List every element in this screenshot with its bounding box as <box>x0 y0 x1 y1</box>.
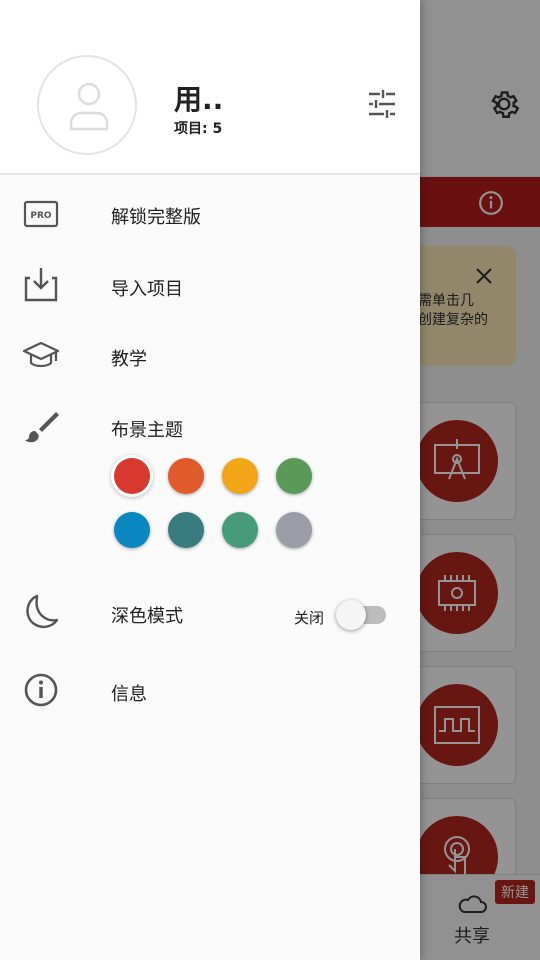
sliders-icon[interactable] <box>366 88 398 120</box>
menu-label-dark-mode: 深色模式 <box>111 606 183 627</box>
graduation-cap-icon <box>22 341 60 368</box>
info-icon <box>24 673 58 707</box>
dark-mode-state: 关闭 <box>294 609 325 627</box>
menu-label-info: 信息 <box>111 684 147 705</box>
menu-item-tutorial[interactable]: 教学 <box>0 325 420 385</box>
theme-swatch[interactable] <box>222 458 258 494</box>
drawer-header: 用.. 项目: 5 <box>0 0 420 175</box>
import-icon <box>24 268 58 302</box>
moon-icon <box>26 594 59 629</box>
menu-item-unlock[interactable]: PRO 解锁完整版 <box>0 184 420 244</box>
theme-swatch[interactable] <box>114 512 150 548</box>
theme-swatch[interactable] <box>168 512 204 548</box>
menu-label-import: 导入项目 <box>111 279 183 300</box>
menu-label-tutorial: 教学 <box>111 349 147 370</box>
pro-badge-icon: PRO <box>22 196 60 234</box>
menu-item-theme: 布景主题 <box>0 396 420 456</box>
theme-swatch[interactable] <box>276 458 312 494</box>
menu-label-theme: 布景主题 <box>111 420 183 441</box>
user-icon <box>69 82 109 131</box>
theme-swatch[interactable] <box>114 458 150 494</box>
theme-swatch[interactable] <box>276 512 312 548</box>
theme-swatch[interactable] <box>222 512 258 548</box>
project-count: 项目: 5 <box>174 121 223 137</box>
toggle-thumb <box>336 600 366 630</box>
menu-item-import[interactable]: 导入项目 <box>0 255 420 315</box>
dark-mode-toggle[interactable] <box>336 600 388 630</box>
theme-swatch[interactable] <box>168 458 204 494</box>
pro-badge-text: PRO <box>30 211 52 221</box>
navigation-drawer: 用.. 项目: 5 PRO 解锁完整版 导入项目 教学 布景主题 深色模式 关闭… <box>0 0 420 960</box>
menu-item-info[interactable]: 信息 <box>0 660 420 720</box>
avatar[interactable] <box>37 55 137 155</box>
menu-label-unlock: 解锁完整版 <box>111 207 201 228</box>
username: 用.. <box>174 83 224 116</box>
brush-icon <box>25 412 59 443</box>
